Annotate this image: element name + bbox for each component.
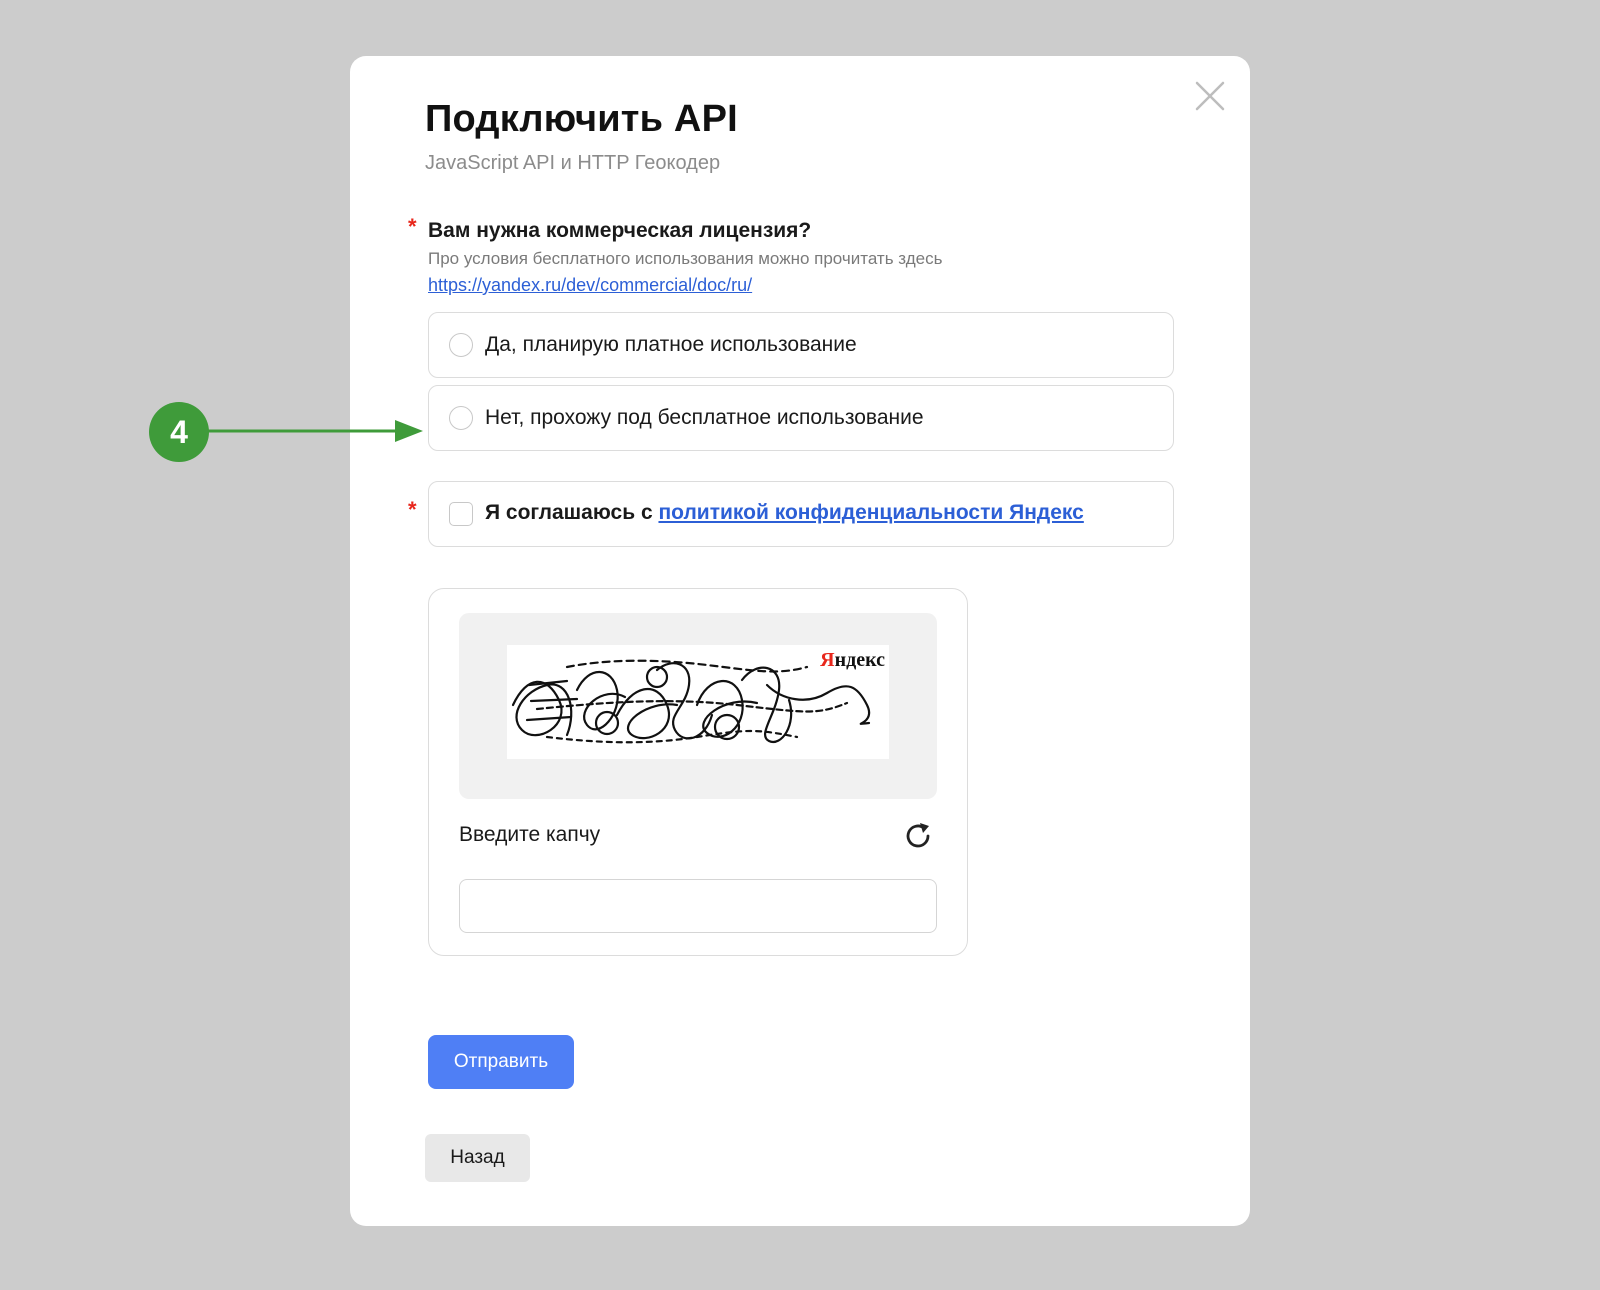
option-free-usage[interactable]: Нет, прохожу под бесплатное использовани…	[428, 385, 1174, 451]
required-marker: *	[408, 214, 417, 239]
license-question-hint: Про условия бесплатного использования мо…	[428, 249, 943, 268]
privacy-agreement-checkbox[interactable]	[449, 502, 473, 526]
captcha-refresh-button[interactable]	[903, 821, 933, 851]
captcha-widget: Яндекс Введите капчу	[428, 588, 968, 956]
yandex-logo-rest: ндекс	[834, 649, 885, 671]
option-paid-usage[interactable]: Да, планирую платное использование	[428, 312, 1174, 378]
option-paid-usage-label: Да, планирую платное использование	[485, 333, 857, 356]
close-button[interactable]	[1192, 78, 1228, 114]
yandex-logo: Яндекс	[820, 649, 885, 672]
commercial-terms-link[interactable]: https://yandex.ru/dev/commercial/doc/ru/	[428, 275, 752, 296]
privacy-agreement-prefix: Я соглашаюсь с	[485, 501, 659, 524]
step-number-badge: 4	[149, 402, 209, 462]
submit-button[interactable]: Отправить	[428, 1035, 574, 1089]
option-free-usage-label: Нет, прохожу под бесплатное использовани…	[485, 406, 924, 429]
captcha-image: Яндекс	[507, 645, 889, 759]
captcha-caption: Введите капчу	[459, 823, 601, 846]
required-marker-agreement: *	[408, 497, 417, 522]
yandex-logo-first-letter: Я	[820, 649, 835, 671]
radio-paid-usage[interactable]	[449, 333, 473, 357]
privacy-policy-link[interactable]: политикой конфиденциальности Яндекс	[658, 501, 1083, 524]
connect-api-modal: Подключить API JavaScript API и HTTP Гео…	[350, 56, 1250, 1226]
captcha-image-area: Яндекс	[459, 613, 937, 799]
page-title: Подключить API	[425, 98, 738, 140]
annotation-arrow-icon	[205, 420, 423, 442]
license-question-label: Вам нужна коммерческая лицензия?	[428, 219, 812, 242]
refresh-icon	[906, 823, 930, 848]
back-button[interactable]: Назад	[425, 1134, 530, 1182]
privacy-agreement-row[interactable]: Я соглашаюсь с политикой конфиденциально…	[428, 481, 1174, 547]
privacy-agreement-label: Я соглашаюсь с политикой конфиденциально…	[485, 501, 1084, 525]
close-icon	[1195, 81, 1225, 111]
page-subtitle: JavaScript API и HTTP Геокодер	[425, 152, 721, 174]
radio-free-usage[interactable]	[449, 406, 473, 430]
captcha-input[interactable]	[459, 879, 937, 933]
